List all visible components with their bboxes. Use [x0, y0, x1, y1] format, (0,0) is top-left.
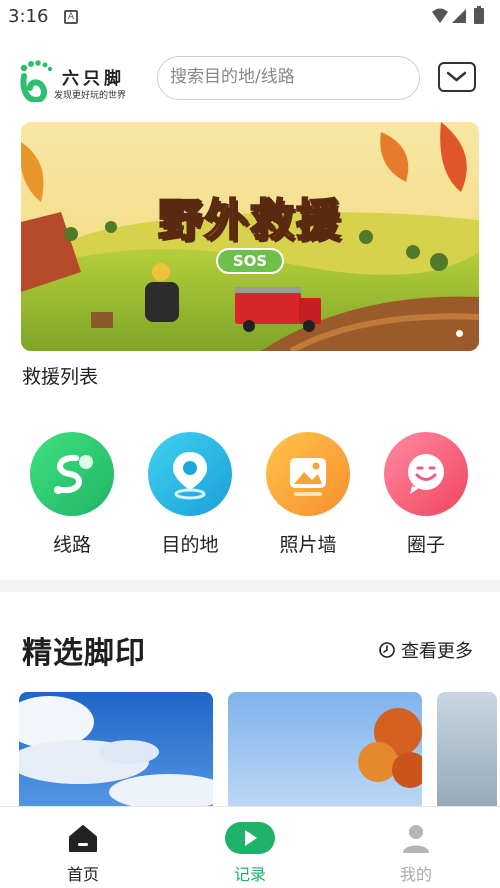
- chat-smile-icon: [384, 432, 468, 516]
- featured-card[interactable]: [228, 692, 422, 812]
- app-logo: 六只脚 发现更好玩的世界: [18, 54, 148, 102]
- location-pin-icon: [148, 432, 232, 516]
- nav-label-circle: 圈子: [406, 534, 445, 556]
- tab-label-home: 首页: [66, 865, 99, 884]
- home-icon: [69, 825, 97, 852]
- nav-label-photo-wall: 照片墙: [279, 534, 337, 556]
- top-header: 六只脚 发现更好玩的世界 搜索目的地/线路: [0, 48, 500, 108]
- nav-label-route: 线路: [52, 534, 91, 556]
- tab-label-record: 记录: [233, 865, 266, 884]
- featured-cards: [0, 692, 500, 812]
- mail-icon: [446, 71, 467, 82]
- featured-title: 精选脚印: [22, 636, 146, 671]
- notification-icon: A: [64, 10, 78, 24]
- carousel-indicator: [456, 330, 463, 337]
- featured-card[interactable]: [437, 692, 497, 812]
- nav-item-route[interactable]: 线路: [22, 432, 122, 557]
- user-icon: [403, 825, 429, 853]
- sos-badge: SOS: [216, 248, 284, 274]
- app-name: 六只脚: [62, 69, 125, 89]
- search-input[interactable]: 搜索目的地/线路: [157, 56, 420, 100]
- view-more-link[interactable]: 查看更多: [378, 637, 473, 663]
- play-record-icon: [225, 822, 275, 854]
- route-icon: [30, 432, 114, 516]
- section-divider: [0, 580, 500, 592]
- nav-item-photo-wall[interactable]: 照片墙: [258, 432, 358, 557]
- tab-profile[interactable]: 我的: [356, 807, 476, 885]
- rescue-list-label[interactable]: 救援列表: [22, 362, 98, 389]
- status-time: 3:16: [8, 6, 49, 27]
- nav-label-destination: 目的地: [161, 534, 219, 556]
- card-photo: [19, 696, 213, 810]
- featured-card[interactable]: [19, 692, 213, 812]
- app-slogan: 发现更好玩的世界: [54, 91, 127, 101]
- history-icon: [379, 642, 395, 658]
- card-photo: [231, 708, 422, 812]
- tab-label-profile: 我的: [399, 865, 432, 884]
- footprint-logo-icon: [20, 60, 53, 102]
- photo-icon: [266, 432, 350, 516]
- message-button[interactable]: [438, 62, 476, 92]
- nav-item-circle[interactable]: 圈子: [376, 432, 476, 557]
- rescue-banner[interactable]: 野外救援 SOS: [21, 122, 479, 351]
- system-status-icons: [432, 6, 484, 24]
- status-bar: 3:16 A: [0, 0, 500, 34]
- tab-record[interactable]: 记录: [190, 807, 310, 885]
- tab-home[interactable]: 首页: [23, 807, 143, 885]
- bottom-tab-bar: 首页 记录 我的: [0, 806, 500, 888]
- quick-nav: 线路 目的地 照片墙 圈子: [0, 432, 500, 562]
- banner-title: 野外救援: [157, 194, 342, 247]
- view-more-label: 查看更多: [401, 641, 473, 662]
- nav-item-destination[interactable]: 目的地: [140, 432, 240, 557]
